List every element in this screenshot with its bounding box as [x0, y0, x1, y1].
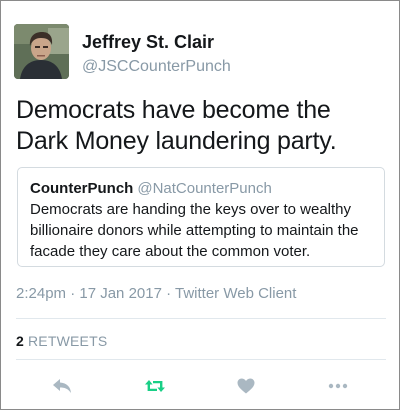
- more-button[interactable]: [321, 371, 355, 401]
- more-icon: [328, 383, 348, 389]
- avatar-photo: [14, 24, 69, 79]
- quoted-tweet-author-name: CounterPunch: [30, 180, 134, 197]
- heart-icon: [237, 378, 255, 394]
- retweet-stats[interactable]: 2 RETWEETS: [16, 333, 107, 349]
- retweet-label: RETWEETS: [28, 333, 108, 349]
- quoted-tweet-text: Democrats are handing the keys over to w…: [30, 201, 359, 260]
- retweet-icon: [145, 380, 165, 392]
- author-display-name[interactable]: Jeffrey St. Clair: [82, 32, 214, 53]
- tweet-actions: [1, 371, 399, 401]
- quoted-tweet-card[interactable]: CounterPunch @NatCounterPunch Democrats a…: [17, 167, 385, 267]
- author-handle[interactable]: @JSCCounterPunch: [82, 58, 231, 76]
- quoted-tweet-author-handle: @NatCounterPunch: [137, 180, 272, 197]
- retweet-count: 2: [16, 333, 24, 349]
- avatar[interactable]: [14, 24, 69, 79]
- retweet-button[interactable]: [138, 371, 172, 401]
- quoted-tweet-header: CounterPunch @NatCounterPunch: [30, 179, 372, 198]
- reply-icon: [53, 379, 71, 393]
- tweet-card: Jeffrey St. Clair @JSCCounterPunch Democ…: [0, 0, 400, 410]
- like-button[interactable]: [229, 371, 263, 401]
- divider: [16, 318, 386, 319]
- tweet-timestamp-source[interactable]: 2:24pm · 17 Jan 2017 · Twitter Web Clien…: [16, 285, 296, 302]
- divider: [16, 359, 386, 360]
- reply-button[interactable]: [45, 371, 79, 401]
- tweet-text: Democrats have become the Dark Money lau…: [16, 96, 337, 155]
